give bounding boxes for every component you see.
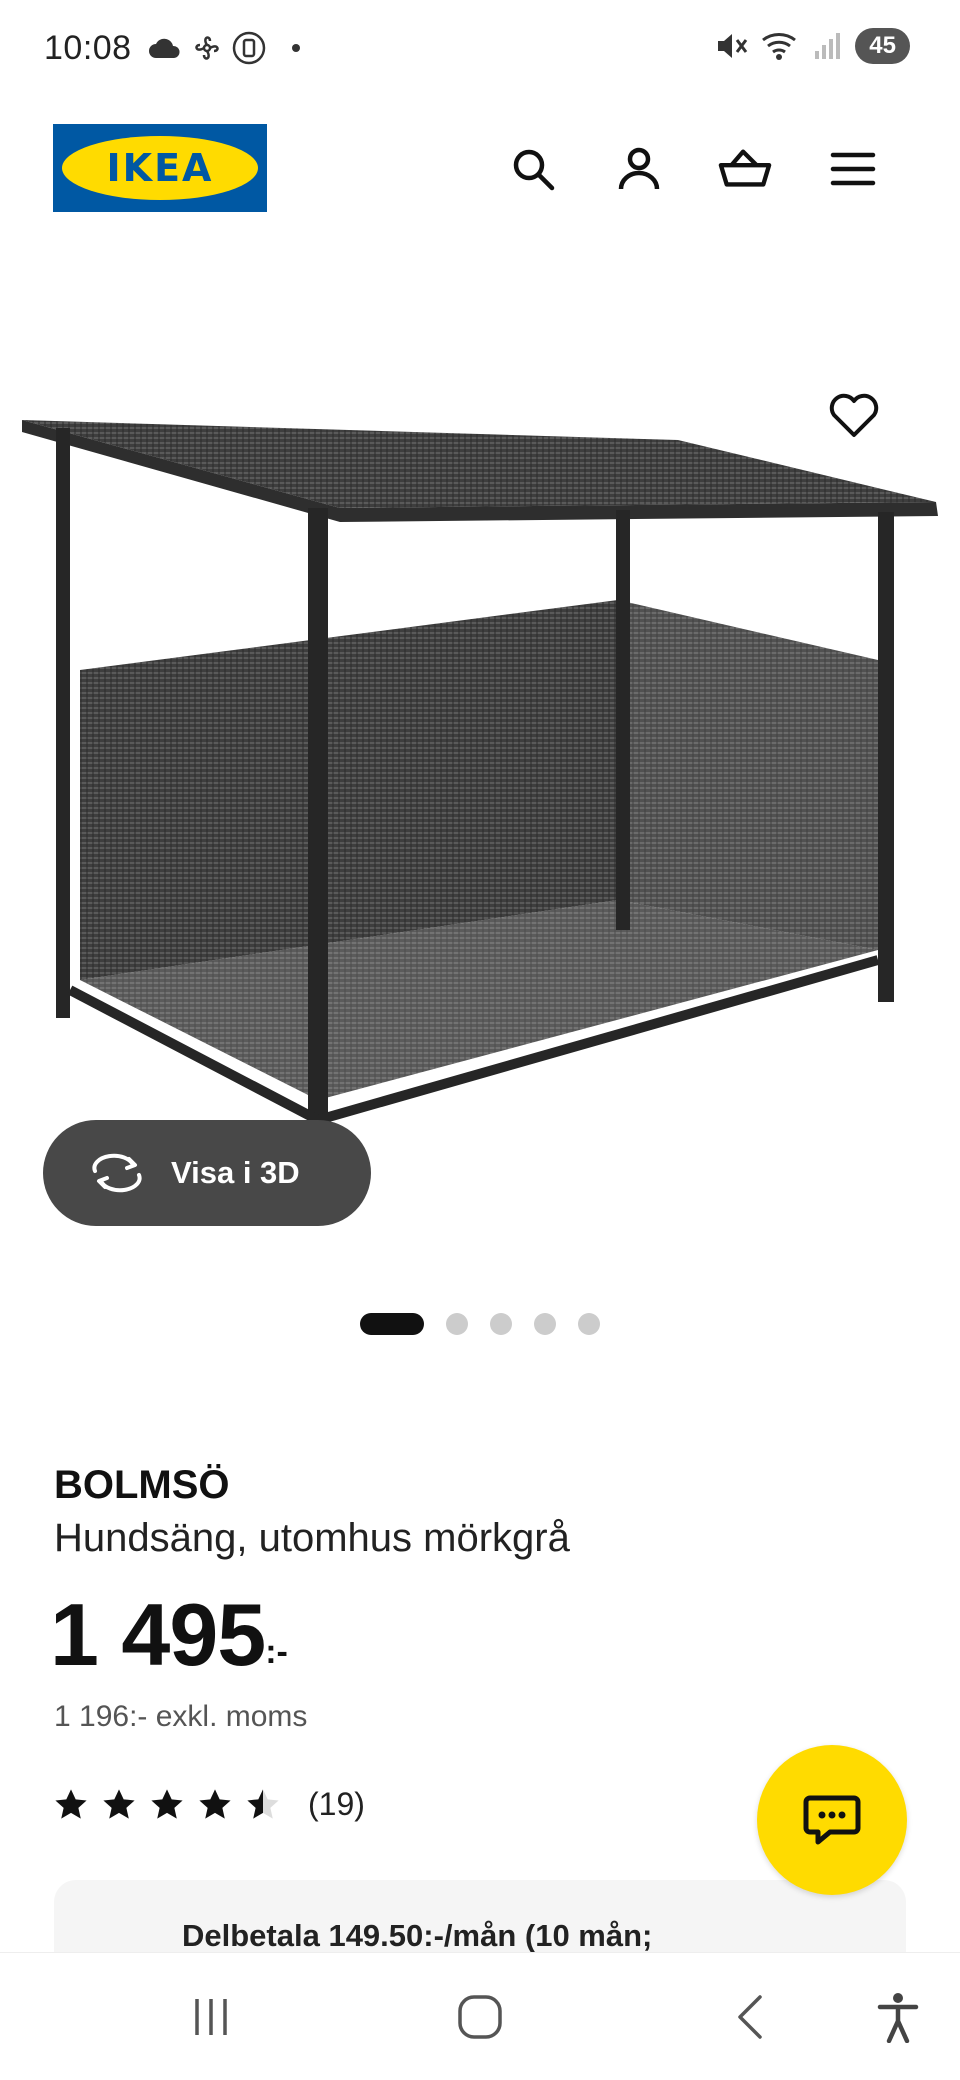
product-rating[interactable]: (19) (54, 1786, 365, 1823)
status-left-icons (148, 31, 300, 65)
star-full-icon (151, 1788, 183, 1819)
price-excl-vat: 1 196:- exkl. moms (54, 1700, 308, 1733)
product-price: 1 495 :- (50, 1585, 288, 1685)
account-icon[interactable] (612, 142, 666, 196)
chat-button[interactable] (757, 1745, 907, 1895)
chat-icon (803, 1795, 861, 1845)
search-icon[interactable] (506, 142, 560, 196)
carousel-dot-4[interactable] (534, 1313, 556, 1335)
view-in-3d-button[interactable]: Visa i 3D (43, 1120, 371, 1226)
ikea-logo[interactable]: IKEA (53, 124, 267, 212)
fan-icon (194, 36, 219, 60)
status-right-icons: 45 (715, 28, 910, 64)
favorite-button[interactable] (826, 388, 882, 444)
notification-dot (291, 44, 300, 52)
price-suffix: :- (265, 1633, 288, 1671)
cloud-icon (148, 38, 180, 58)
recent-apps-button[interactable] (181, 1987, 241, 2047)
wifi-icon (762, 33, 797, 60)
recent-apps-icon (195, 1999, 227, 2035)
view-in-3d-label: Visa i 3D (171, 1155, 300, 1190)
carousel-dot-2[interactable] (446, 1313, 468, 1335)
rating-count: (19) (308, 1786, 365, 1822)
product-brand: BOLMSÖ (54, 1463, 230, 1507)
system-nav-bar (0, 1952, 960, 2080)
logo-text: IKEA (106, 146, 214, 190)
logo-oval: IKEA (62, 136, 258, 200)
star-full-icon (103, 1788, 135, 1819)
menu-icon[interactable] (826, 142, 880, 196)
back-icon (738, 1995, 762, 2039)
mute-icon (718, 34, 748, 58)
image-carousel-dots (0, 1313, 960, 1335)
carousel-dot-5[interactable] (578, 1313, 600, 1335)
site-header: IKEA (0, 120, 960, 220)
accessibility-icon (877, 1993, 919, 2043)
carousel-dot-1[interactable] (360, 1313, 424, 1335)
home-icon (458, 1995, 502, 2039)
status-bar: 10:08 45 (0, 0, 960, 96)
price-amount: 1 495 (50, 1585, 266, 1684)
heart-icon (829, 393, 879, 437)
star-full-icon (55, 1788, 87, 1819)
carousel-dot-3[interactable] (490, 1313, 512, 1335)
installment-text: Delbetala 149.50:-/mån (10 mån; (182, 1918, 653, 1953)
back-button[interactable] (720, 1987, 780, 2047)
status-time: 10:08 (44, 28, 132, 67)
rating-stars (54, 1788, 280, 1822)
vibrate-icon (232, 31, 265, 65)
signal-icon (815, 33, 841, 59)
accessibility-button[interactable] (868, 1987, 928, 2047)
basket-icon[interactable] (718, 142, 772, 196)
rotate-3d-icon (92, 1153, 142, 1193)
star-half-icon (247, 1788, 279, 1819)
product-image[interactable] (18, 380, 943, 1170)
home-button[interactable] (450, 1987, 510, 2047)
battery-badge: 45 (855, 28, 910, 64)
product-description: Hundsäng, utomhus mörkgrå (54, 1516, 570, 1560)
star-full-icon (199, 1788, 231, 1819)
